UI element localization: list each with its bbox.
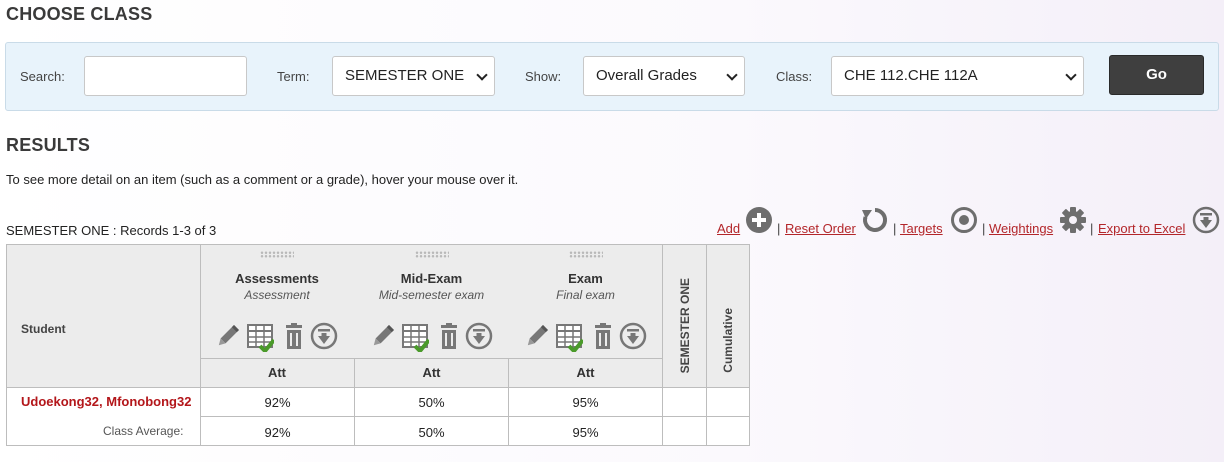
column-assessments[interactable]: Assessments Assessment Att [200,245,354,387]
show-label: Show: [525,69,562,84]
add-link[interactable]: Add [717,221,740,236]
download-circle-icon[interactable] [310,322,338,352]
pencil-icon[interactable] [369,322,397,352]
grid-check-icon[interactable] [246,322,274,352]
column-att-label: Att [422,365,441,380]
action-bar: Add | Reset Order | Targets | Weightings… [0,204,1224,240]
cumulative-column-header[interactable]: Cumulative [707,245,749,387]
column-tools [509,322,662,354]
term-label: Term: [277,69,310,84]
show-select-value: Overall Grades [596,67,697,84]
search-label: Search: [20,69,65,84]
target-icon[interactable] [950,206,978,234]
chevron-down-icon [476,69,488,81]
column-subtitle: Final exam [556,288,615,302]
column-title: Mid-Exam [400,271,463,286]
student-link[interactable]: Udoekong32, Mfonobong32 [21,394,191,410]
show-select[interactable]: Overall Grades [583,56,745,96]
download-circle-icon[interactable] [465,322,493,352]
column-title: Exam [568,271,603,286]
pencil-icon[interactable] [523,322,551,352]
chevron-down-icon [726,69,738,81]
search-input[interactable] [84,56,247,96]
trash-icon[interactable] [589,322,617,352]
column-att-label: Att [267,365,287,380]
separator: | [982,221,986,236]
semester-header-label: SEMESTER ONE [677,277,692,373]
column-exam[interactable]: Exam Final exam Att [509,245,662,387]
export-excel-link[interactable]: Export to Excel [1098,221,1185,236]
column-tools [355,322,508,354]
class-average-cell: 95% [572,425,599,440]
chevron-down-icon [1065,69,1077,81]
cumulative-header-label: Cumulative [721,308,735,373]
separator: | [893,221,897,236]
go-button[interactable]: Go [1109,55,1204,95]
column-mid-exam[interactable]: Mid-Exam Mid-semester exam Att [355,245,508,387]
weightings-link[interactable]: Weightings [989,221,1053,236]
separator: | [1090,221,1094,236]
term-select[interactable]: SEMESTER ONE [332,56,495,96]
student-column-header[interactable]: Student [21,322,66,336]
results-hint: To see more detail on an item (such as a… [6,172,519,187]
grade-cell[interactable]: 95% [509,395,662,410]
class-average-label: Class Average: [103,424,184,438]
reset-order-link[interactable]: Reset Order [785,221,856,236]
grid-check-icon[interactable] [401,322,429,352]
grid-check-icon[interactable] [555,322,583,352]
download-circle-icon[interactable] [619,322,647,352]
separator: | [777,221,781,236]
choose-class-title: CHOOSE CLASS [6,4,153,24]
grade-cell[interactable]: 50% [355,395,508,410]
drag-handle[interactable] [414,251,449,258]
class-select-value: CHE 112.CHE 112A [844,67,978,84]
column-subtitle: Assessment [244,288,310,302]
drag-handle[interactable] [260,251,294,258]
trash-icon[interactable] [435,322,463,352]
class-label: Class: [776,69,813,84]
refresh-icon[interactable] [861,206,889,234]
plus-circle-icon[interactable] [745,206,773,234]
class-average-cell: 50% [418,425,445,440]
filter-bar: Search: Term: SEMESTER ONE Show: Overall… [5,42,1219,111]
download-circle-icon[interactable] [1192,206,1220,234]
drag-handle[interactable] [568,251,603,258]
grade-cell[interactable]: 92% [201,395,354,410]
gear-icon[interactable] [1059,206,1087,234]
pencil-icon[interactable] [214,322,242,352]
column-att-label: Att [576,365,595,380]
results-title: RESULTS [6,135,91,155]
trash-icon[interactable] [280,322,308,352]
class-average-cell: 92% [264,425,291,440]
semester-column-header[interactable]: SEMESTER ONE [663,245,706,387]
column-title: Assessments [235,271,319,286]
grades-table: Student Assessments Assessment Att Mid-E… [6,244,750,446]
term-select-value: SEMESTER ONE [345,67,465,84]
targets-link[interactable]: Targets [900,221,943,236]
column-subtitle: Mid-semester exam [378,288,485,302]
class-select[interactable]: CHE 112.CHE 112A [831,56,1084,96]
column-tools [200,322,354,354]
